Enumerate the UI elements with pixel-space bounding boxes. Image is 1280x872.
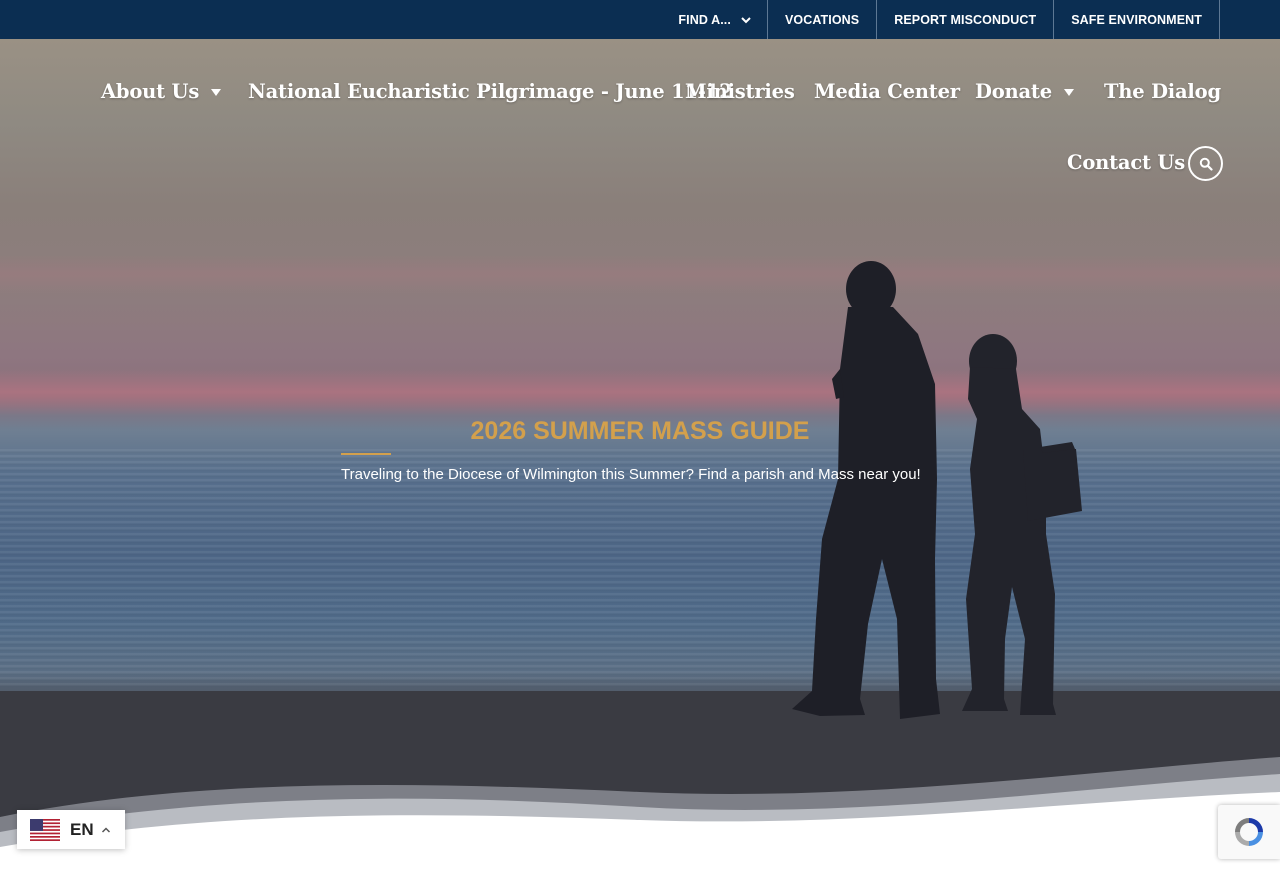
main-navigation: About Us National Eucharistic Pilgrimage… <box>0 39 1280 199</box>
search-button[interactable] <box>1188 146 1223 181</box>
utility-links: FIND A... VOCATIONS REPORT MISCONDUCT SA… <box>661 0 1220 39</box>
us-flag-icon <box>30 818 60 841</box>
nav-pilgrimage-label: National Eucharistic Pilgrimage - June 1… <box>248 80 733 103</box>
nav-ministries[interactable]: Ministries <box>685 80 795 103</box>
title-divider <box>341 453 391 455</box>
nav-contact-us-label: Contact Us <box>1067 151 1185 174</box>
find-a-dropdown[interactable]: FIND A... <box>661 0 768 39</box>
safe-environment-link[interactable]: SAFE ENVIRONMENT <box>1054 0 1220 39</box>
language-code: EN <box>70 819 94 839</box>
caret-down-icon <box>1063 89 1074 96</box>
nav-the-dialog-label: The Dialog <box>1104 80 1221 103</box>
nav-media-center[interactable]: Media Center <box>814 80 960 103</box>
safe-environment-label: SAFE ENVIRONMENT <box>1071 12 1202 27</box>
hero-subtitle: Traveling to the Diocese of Wilmington t… <box>341 466 921 483</box>
search-icon <box>1199 157 1213 171</box>
report-misconduct-link[interactable]: REPORT MISCONDUCT <box>877 0 1055 39</box>
vocations-link[interactable]: VOCATIONS <box>768 0 878 39</box>
nav-about-us-label: About Us <box>101 80 200 103</box>
nav-contact-us[interactable]: Contact Us <box>1067 151 1185 174</box>
recaptcha-badge[interactable] <box>1218 805 1280 859</box>
caret-down-icon <box>211 89 222 96</box>
nav-eucharistic-pilgrimage[interactable]: National Eucharistic Pilgrimage - June 1… <box>248 80 733 103</box>
nav-ministries-label: Ministries <box>685 80 795 103</box>
nav-donate[interactable]: Donate <box>975 80 1074 103</box>
hero-title[interactable]: 2026 SUMMER MASS GUIDE <box>0 417 1280 446</box>
chevron-up-icon <box>101 826 110 833</box>
nav-donate-label: Donate <box>975 80 1052 103</box>
language-switcher[interactable]: EN <box>17 810 125 849</box>
chevron-down-icon <box>741 16 751 23</box>
nav-about-us[interactable]: About Us <box>101 80 222 103</box>
nav-media-center-label: Media Center <box>814 80 960 103</box>
find-a-label: FIND A... <box>678 12 731 27</box>
vocations-label: VOCATIONS <box>784 12 860 27</box>
utility-bar: FIND A... VOCATIONS REPORT MISCONDUCT SA… <box>0 0 1280 39</box>
recaptcha-icon <box>1235 818 1263 846</box>
report-misconduct-label: REPORT MISCONDUCT <box>894 12 1037 27</box>
nav-the-dialog[interactable]: The Dialog <box>1104 80 1221 103</box>
wave-divider <box>0 757 1280 872</box>
